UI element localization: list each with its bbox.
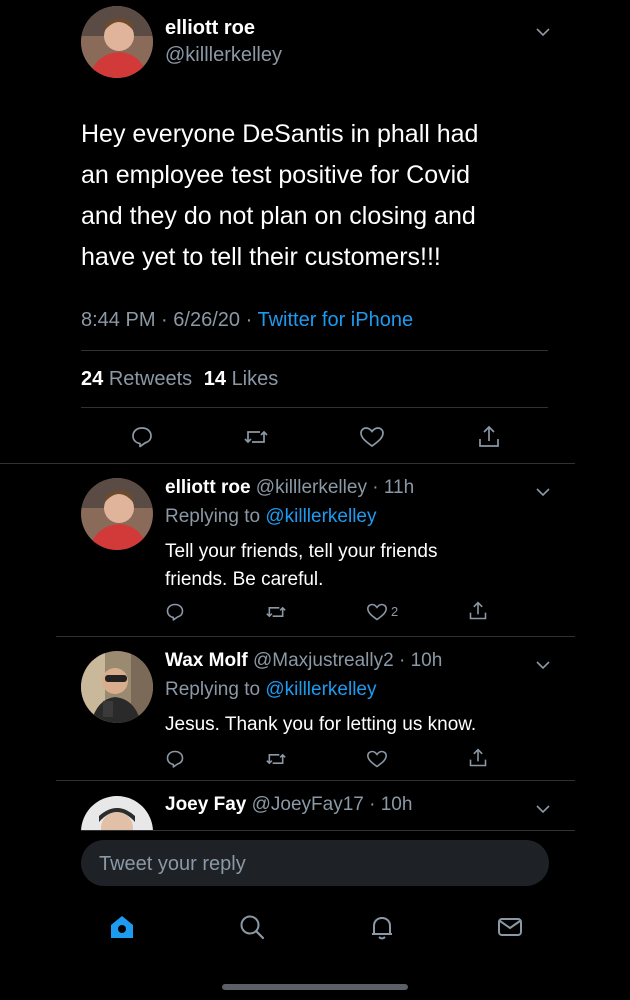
- divider: [81, 407, 548, 408]
- separator-dot: ·: [393, 650, 411, 671]
- chevron-down-icon[interactable]: [535, 657, 551, 675]
- tweet-time: 8:44 PM: [81, 309, 156, 331]
- reply-text-line: friends. Be careful.: [165, 569, 324, 590]
- retweets-label: Retweets: [108, 368, 193, 390]
- retweets-count: 24: [81, 368, 104, 390]
- share-icon[interactable]: [468, 600, 488, 622]
- like-count: 2: [391, 604, 399, 619]
- divider: [0, 463, 575, 464]
- reply-avatar[interactable]: [81, 651, 153, 723]
- like-icon[interactable]: [366, 602, 388, 622]
- replying-to-label: Replying to: [165, 679, 261, 700]
- replying-to-handle[interactable]: @killlerkelley: [265, 679, 376, 700]
- chevron-down-icon[interactable]: [535, 24, 551, 42]
- replying-to-handle[interactable]: @killlerkelley: [265, 506, 376, 527]
- share-icon[interactable]: [468, 747, 488, 769]
- likes-count: 14: [203, 368, 226, 390]
- reply-author-name[interactable]: elliott roe: [165, 477, 251, 498]
- like-icon[interactable]: [359, 425, 385, 449]
- reply-text-line: Jesus. Thank you for letting us know.: [165, 714, 477, 735]
- notifications-icon[interactable]: [368, 913, 396, 941]
- separator-dot: ·: [245, 309, 253, 331]
- reply-icon[interactable]: [130, 425, 154, 449]
- author-avatar[interactable]: [81, 6, 153, 78]
- retweet-icon[interactable]: [243, 425, 269, 449]
- tweet-date: 6/26/20: [173, 309, 241, 331]
- replying-to-label: Replying to: [165, 506, 261, 527]
- like-icon[interactable]: [366, 749, 388, 769]
- share-icon[interactable]: [477, 424, 501, 450]
- retweets-stat[interactable]: 24 Retweets: [81, 368, 198, 390]
- tweet-meta: 8:44 PM · 6/26/20 · Twitter for iPhone: [81, 309, 413, 332]
- likes-stat[interactable]: 14 Likes: [204, 368, 279, 390]
- reply-author-name[interactable]: Wax Molf: [165, 650, 248, 671]
- reply-clip: Joey Fay @JoeyFay17 · 10h: [0, 781, 630, 830]
- reply-text: Jesus. Thank you for letting us know.: [165, 711, 476, 739]
- replying-to: Replying to @killlerkelley: [165, 506, 377, 528]
- separator-dot: ·: [366, 477, 384, 498]
- reply-header: elliott roe @killlerkelley · 11h: [165, 477, 414, 499]
- chevron-down-icon[interactable]: [535, 801, 551, 819]
- tweet-text-line: and they do not plan on closing and: [81, 202, 476, 230]
- tweet-text: Hey everyone DeSantis in phall had an em…: [81, 114, 478, 278]
- retweet-icon[interactable]: [265, 602, 287, 622]
- reply-age: 11h: [383, 477, 415, 498]
- reply-header: Wax Molf @Maxjustreally2 · 10h: [165, 650, 442, 672]
- tweet-text-line: have yet to tell their customers!!!: [81, 243, 441, 271]
- tweet-text-line: an employee test positive for Covid: [81, 161, 471, 189]
- separator-dot: ·: [363, 794, 381, 815]
- search-icon[interactable]: [238, 913, 266, 941]
- reply-header: Joey Fay @JoeyFay17 · 10h: [165, 794, 412, 816]
- reply-age: 10h: [410, 650, 443, 671]
- reply-avatar[interactable]: [81, 478, 153, 550]
- home-indicator: [222, 984, 408, 990]
- author-handle[interactable]: @killlerkelley: [165, 44, 282, 67]
- divider: [81, 830, 575, 831]
- reply-icon[interactable]: [165, 602, 185, 622]
- reply-input-box[interactable]: [81, 840, 549, 888]
- reply-age: 10h: [380, 794, 413, 815]
- replying-to: Replying to @killlerkelley: [165, 679, 377, 701]
- likes-label: Likes: [231, 368, 279, 390]
- author-name[interactable]: elliott roe: [165, 17, 255, 40]
- reply-icon[interactable]: [165, 749, 185, 769]
- reply-input[interactable]: [97, 840, 531, 888]
- home-icon[interactable]: [108, 913, 136, 941]
- reply-author-name[interactable]: Joey Fay: [165, 794, 246, 815]
- engagement-stats: 24 Retweets 14 Likes: [81, 368, 278, 391]
- reply-text-line: Tell your friends, tell your friends: [165, 541, 438, 562]
- separator-dot: ·: [161, 309, 168, 331]
- reply-avatar[interactable]: [81, 796, 153, 830]
- reply-author-handle[interactable]: @Maxjustreally2: [253, 650, 394, 671]
- tweet-source-link[interactable]: Twitter for iPhone: [257, 309, 413, 331]
- tweet-text-line: Hey everyone DeSantis in phall had: [81, 120, 479, 148]
- reply-author-handle[interactable]: @JoeyFay17: [252, 794, 364, 815]
- chevron-down-icon[interactable]: [535, 484, 551, 502]
- divider: [81, 350, 548, 351]
- reply-text: Tell your friends, tell your friends fri…: [165, 538, 437, 594]
- retweet-icon[interactable]: [265, 749, 287, 769]
- messages-icon[interactable]: [496, 913, 524, 941]
- reply-author-handle[interactable]: @killlerkelley: [256, 477, 367, 498]
- divider: [56, 636, 575, 637]
